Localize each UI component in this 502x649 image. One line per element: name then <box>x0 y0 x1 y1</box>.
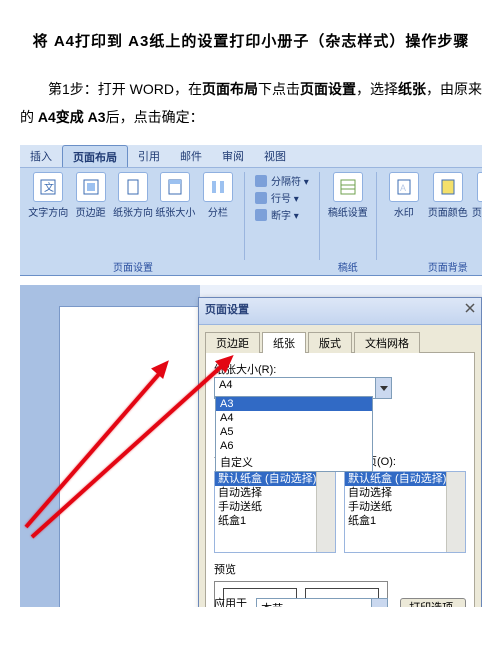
option-a6[interactable]: A6 <box>216 439 372 453</box>
scrollbar[interactable] <box>316 472 335 552</box>
btn-page-color[interactable]: 页面颜色 <box>427 172 469 219</box>
preview-label: 预览 <box>214 561 466 577</box>
step-1: 第1步：打开 WORD，在页面布局下点击页面设置，选择纸张，由原来的 A4变成 … <box>20 75 482 131</box>
other-page-source-list[interactable]: 默认纸盒 (自动选择) 自动选择 手动送纸 纸盒1 <box>344 471 466 553</box>
paper-size-label: 纸张大小(R): <box>214 361 466 377</box>
btn-line-numbers[interactable]: 行号 ▾ <box>251 189 313 206</box>
btn-orientation[interactable]: 纸张方向 <box>113 172 153 219</box>
page-setup-dialog: 页面设置 页边距 纸张 版式 文档网格 纸张大小(R): A4 A3 A4 A5… <box>198 297 482 607</box>
dialog-pane: 纸张大小(R): A4 A3 A4 A5 A6 自定义 首页(F): 默认纸盒 … <box>205 353 475 607</box>
ribbon-tabs: 插入 页面布局 引用 邮件 审阅 视图 <box>20 145 482 168</box>
option-custom[interactable]: 自定义 <box>216 453 372 471</box>
group-page-setup-label: 页面设置 <box>22 259 244 274</box>
option-a3[interactable]: A3 <box>216 397 372 411</box>
scrollbar[interactable] <box>446 472 465 552</box>
print-options-button[interactable]: 打印选项(T)... <box>400 598 466 607</box>
dialog-tab-paper[interactable]: 纸张 <box>262 332 306 353</box>
tab-references[interactable]: 引用 <box>128 145 170 167</box>
group-background-label: 页面背景 <box>377 259 482 274</box>
tab-mailings[interactable]: 邮件 <box>170 145 212 167</box>
btn-margins[interactable]: 页边距 <box>70 172 110 219</box>
chevron-down-icon[interactable] <box>375 378 391 398</box>
dialog-tab-grid[interactable]: 文档网格 <box>354 332 420 353</box>
doc-title: 将 A4打印到 A3纸上的设置打印小册子（杂志样式）操作步骤 <box>20 30 482 51</box>
svg-text:A: A <box>400 183 406 193</box>
btn-note-paper[interactable]: 稿纸设置 <box>326 172 370 219</box>
apply-to-combo[interactable]: 本节 <box>256 598 388 607</box>
btn-breaks[interactable]: 分隔符 ▾ <box>251 172 313 189</box>
ribbon: 插入 页面布局 引用 邮件 审阅 视图 文文字方向 页边距 纸张方向 纸张大小 … <box>20 145 482 276</box>
dialog-tabs: 页边距 纸张 版式 文档网格 <box>205 331 475 353</box>
close-icon[interactable] <box>463 301 477 315</box>
first-page-source-list[interactable]: 默认纸盒 (自动选择) 自动选择 手动送纸 纸盒1 <box>214 471 336 553</box>
paper-size-combo[interactable]: A4 A3 A4 A5 A6 自定义 <box>214 377 392 399</box>
dialog-titlebar: 页面设置 <box>199 298 481 325</box>
tab-insert[interactable]: 插入 <box>20 145 62 167</box>
btn-columns[interactable]: 分栏 <box>198 172 238 219</box>
group-note-label: 稿纸 <box>320 259 376 274</box>
svg-text:文: 文 <box>44 181 54 194</box>
btn-hyphenation[interactable]: 断字 ▾ <box>251 206 313 223</box>
btn-watermark[interactable]: A水印 <box>383 172 425 219</box>
option-a4[interactable]: A4 <box>216 411 372 425</box>
screenshot: 插入 页面布局 引用 邮件 审阅 视图 文文字方向 页边距 纸张方向 纸张大小 … <box>20 145 482 607</box>
chevron-down-icon[interactable] <box>371 599 387 607</box>
btn-text-direction[interactable]: 文文字方向 <box>28 172 68 219</box>
btn-page-border[interactable]: 页面边框 <box>471 172 482 219</box>
dialog-tab-layout[interactable]: 版式 <box>308 332 352 353</box>
option-a5[interactable]: A5 <box>216 425 372 439</box>
tab-layout[interactable]: 页面布局 <box>62 145 128 167</box>
apply-to-label: 应用于(Y): <box>214 595 250 607</box>
tab-view[interactable]: 视图 <box>254 145 296 167</box>
btn-paper-size[interactable]: 纸张大小 <box>155 172 195 219</box>
dialog-tab-margins[interactable]: 页边距 <box>205 332 260 353</box>
tab-review[interactable]: 审阅 <box>212 145 254 167</box>
paper-size-dropdown: A3 A4 A5 A6 自定义 <box>215 396 373 472</box>
document-canvas <box>20 285 200 607</box>
